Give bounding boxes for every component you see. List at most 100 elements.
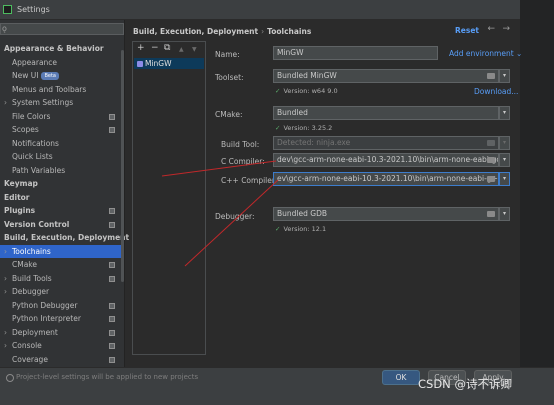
sidebar-scrollbar[interactable] (121, 50, 124, 282)
debugger-version: ✓ Version: 12.1 (275, 225, 326, 233)
chevron-right-icon[interactable]: › (4, 285, 12, 299)
cpp-compiler-field[interactable]: ev\gcc-arm-none-eabi-10.3-2021.10\bin\ar… (273, 172, 499, 186)
debugger-dropdown[interactable]: ▾ (499, 207, 510, 221)
remove-icon[interactable]: − (151, 43, 159, 53)
folder-icon[interactable] (487, 140, 495, 146)
toolset-dropdown[interactable]: ▾ (499, 69, 510, 83)
project-settings-icon (109, 343, 115, 349)
toolset-value: Bundled MinGW (277, 71, 337, 80)
cpp-compiler-dropdown[interactable]: ▾ (499, 172, 510, 186)
sidebar-item[interactable]: Python Debugger (0, 299, 124, 313)
sidebar-item[interactable]: Plugins (0, 204, 124, 218)
move-down-icon[interactable]: ▼ (192, 46, 197, 53)
sidebar-item-label: File Colors (12, 111, 51, 121)
project-settings-icon (109, 127, 115, 133)
debugger-field[interactable]: Bundled GDB (273, 207, 499, 221)
project-settings-icon (109, 221, 115, 228)
add-environment-link[interactable]: Add environment ⌄ (449, 49, 522, 58)
toolchain-item-label: MinGW (145, 59, 172, 68)
folder-icon[interactable] (487, 73, 495, 79)
sidebar-item-label: Scopes (12, 125, 39, 134)
sidebar-item[interactable]: Menus and Toolbars (0, 83, 124, 97)
toolchains-list-panel: + − ⧉ ▲ ▼ MinGW (132, 41, 206, 355)
sidebar-item-label: Build, Execution, Deployment (4, 233, 130, 242)
sidebar-item[interactable]: Path Variables (0, 164, 124, 178)
project-settings-icon (109, 329, 115, 336)
chevron-right-icon[interactable]: › (4, 326, 12, 340)
sidebar-item[interactable]: Appearance & Behavior (0, 42, 124, 56)
project-settings-icon (109, 275, 115, 282)
chevron-right-icon[interactable]: › (4, 272, 12, 286)
footer-hint: Project-level settings will be applied t… (16, 373, 199, 381)
sidebar-item[interactable]: › Console (0, 339, 124, 353)
chevron-right-icon[interactable]: › (4, 96, 12, 110)
sidebar-item[interactable]: Keymap (0, 177, 124, 191)
sidebar-item[interactable]: CMake (0, 258, 124, 272)
sidebar-item[interactable]: › Deployment (0, 326, 124, 340)
check-icon: ✓ (275, 225, 281, 233)
toolset-version: ✓ Version: w64 9.0 (275, 87, 338, 95)
sidebar-item[interactable]: File Colors (0, 110, 124, 124)
debugger-label: Debugger: (215, 212, 255, 221)
toolchain-item-mingw[interactable]: MinGW (134, 58, 204, 69)
sidebar-item[interactable]: Scopes (0, 123, 124, 137)
toolset-version-text: Version: w64 9.0 (283, 87, 338, 95)
sidebar-item[interactable]: New UI Beta (0, 69, 124, 83)
sidebar-item-label: New UI (12, 71, 39, 80)
back-arrow-icon[interactable]: ← (487, 24, 495, 34)
folder-icon[interactable] (487, 211, 495, 217)
folder-icon[interactable] (487, 157, 495, 163)
sidebar-item[interactable]: Version Control (0, 218, 124, 232)
cmake-dropdown[interactable]: ▾ (499, 106, 510, 120)
sidebar-item-label: Appearance & Behavior (4, 44, 104, 53)
build-tool-field[interactable]: Detected: ninja.exe (273, 136, 499, 150)
sidebar-item[interactable]: Editor (0, 191, 124, 205)
sidebar-item[interactable]: Quick Lists (0, 150, 124, 164)
build-tool-dropdown[interactable]: ▾ (499, 136, 510, 150)
toolchain-icon (137, 61, 143, 67)
name-value: MinGW (277, 48, 304, 57)
folder-icon[interactable] (487, 176, 495, 182)
cpp-compiler-value: ev\gcc-arm-none-eabi-10.3-2021.10\bin\ar… (277, 174, 499, 183)
cmake-field[interactable]: Bundled (273, 106, 499, 120)
c-compiler-field[interactable]: dev\gcc-arm-none-eabi-10.3-2021.10\bin\a… (273, 153, 499, 167)
c-compiler-dropdown[interactable]: ▾ (499, 153, 510, 167)
ok-button[interactable]: OK (382, 370, 420, 385)
sidebar-item[interactable]: Build, Execution, Deployment (0, 231, 129, 245)
reset-link[interactable]: Reset (455, 26, 479, 35)
check-icon: ✓ (275, 124, 281, 132)
name-label: Name: (215, 50, 240, 59)
add-icon[interactable]: + (137, 43, 145, 53)
sidebar-item[interactable]: › Toolchains (0, 244, 124, 259)
cmake-label: CMake: (215, 110, 243, 119)
c-compiler-label: C Compiler: (221, 157, 265, 166)
copy-icon[interactable]: ⧉ (164, 43, 170, 53)
sidebar-item-label: Version Control (4, 219, 70, 229)
sidebar-item[interactable]: › Build Tools (0, 272, 124, 286)
sidebar-item-label: Path Variables (12, 165, 66, 175)
search-input[interactable]: ǫ (0, 23, 124, 35)
sidebar-item[interactable]: Coverage (0, 353, 124, 367)
chevron-right-icon[interactable]: › (4, 245, 12, 259)
sidebar-item[interactable]: › System Settings (0, 96, 124, 110)
question-icon (6, 374, 14, 382)
sidebar-item-label: Editor (4, 192, 30, 202)
download-link[interactable]: Download... (474, 87, 518, 96)
sidebar-item-label: Menus and Toolbars (12, 84, 87, 94)
sidebar-item[interactable]: › Debugger (0, 285, 124, 299)
chevron-right-icon[interactable]: › (4, 339, 12, 353)
beta-badge: Beta (41, 72, 59, 80)
sidebar-item[interactable]: Python Interpreter (0, 312, 124, 326)
sidebar-item-label: Python Interpreter (12, 314, 81, 323)
content-header: Build, Execution, Deployment › Toolchains … (126, 20, 520, 42)
csdn-watermark: CSDN @诗不诉卿 (418, 377, 512, 391)
toolchains-toolbar: + − ⧉ ▲ ▼ (133, 42, 205, 57)
cpp-compiler-label: C++ Compiler: (221, 176, 278, 185)
name-field[interactable]: MinGW (273, 46, 438, 60)
breadcrumb-item: Toolchains (267, 27, 312, 36)
sidebar-item[interactable]: Appearance (0, 56, 124, 70)
sidebar-item[interactable]: Notifications (0, 137, 124, 151)
move-up-icon[interactable]: ▲ (179, 46, 184, 53)
toolset-field[interactable]: Bundled MinGW (273, 69, 499, 83)
forward-arrow-icon[interactable]: → (502, 24, 510, 34)
